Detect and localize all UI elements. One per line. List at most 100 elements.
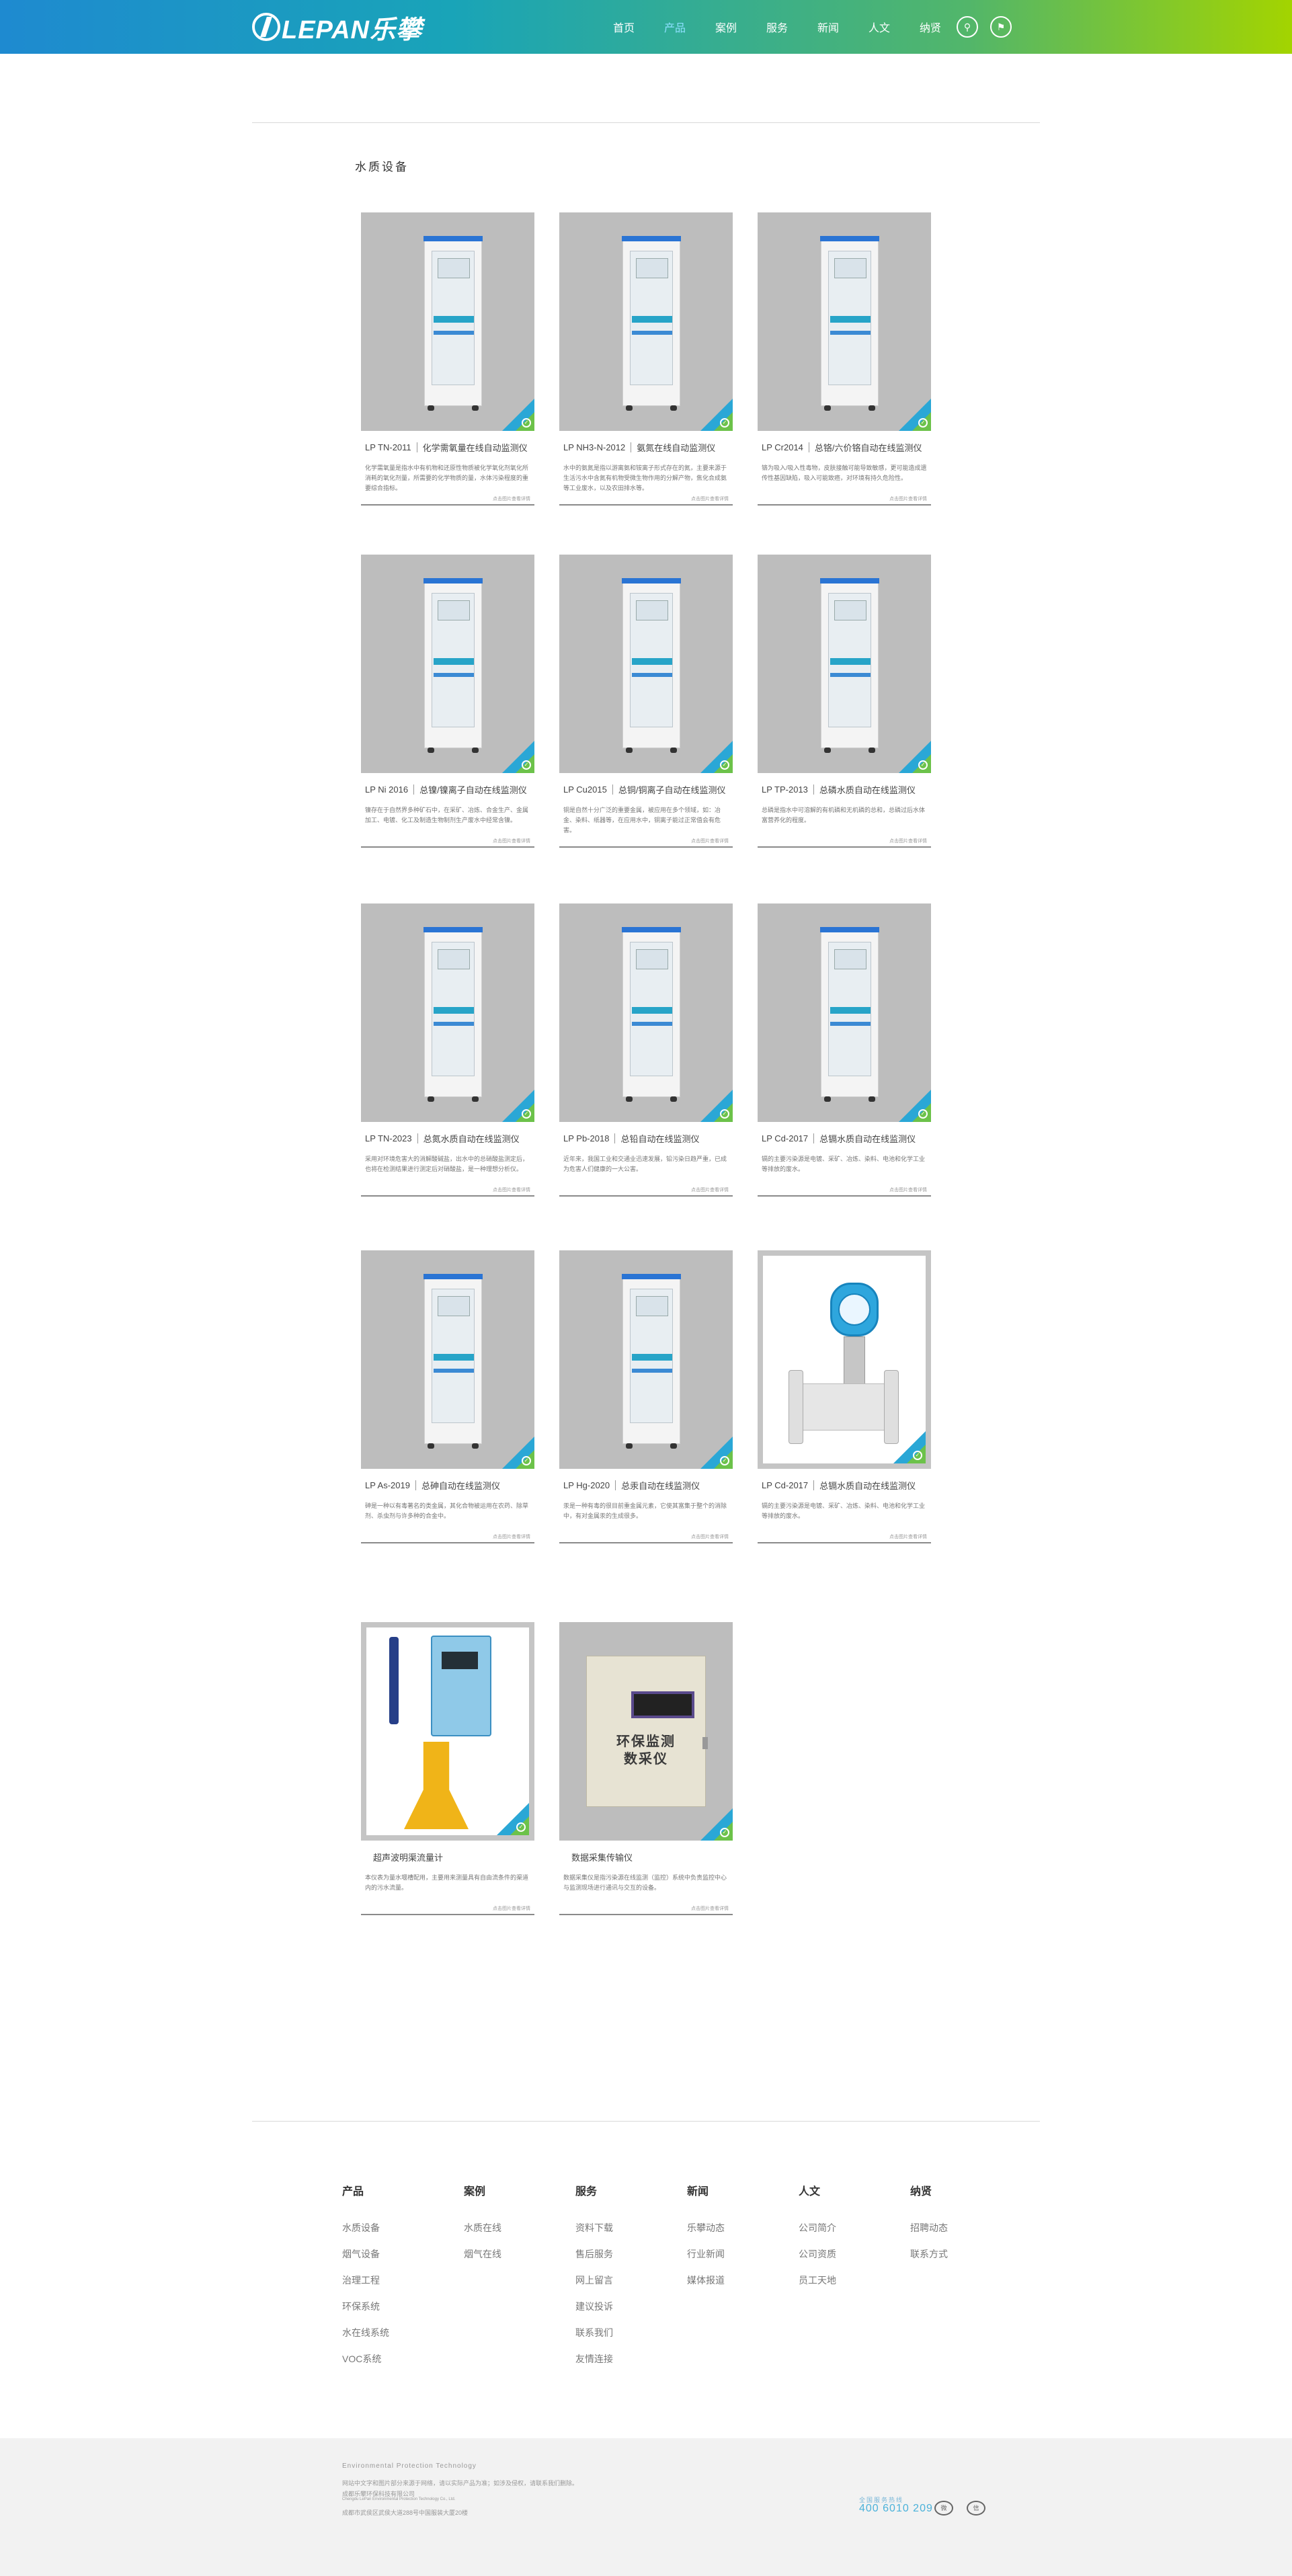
product-description: 近年来，我国工业和交通业迅速发展，铅污染日趋严重，已成为危害人们健康的一大公害。: [563, 1156, 727, 1172]
product-image[interactable]: ✓: [758, 555, 931, 773]
footer-link[interactable]: 烟气在线: [464, 2247, 501, 2261]
product-card[interactable]: ✓ LP Hg-2020 总汞自动在线监测仪 汞是一种有毒的很目前重金属元素，它使其富…: [559, 1250, 733, 1543]
footer-link[interactable]: 网上留言: [575, 2273, 613, 2287]
check-icon: ✓: [918, 418, 928, 428]
product-title[interactable]: LP Hg-2020 总汞自动在线监测仪: [559, 1478, 733, 1492]
cabinet-image: [423, 578, 483, 753]
product-title[interactable]: LP Cu2015 总铜/铜离子自动在线监测仪: [559, 782, 733, 796]
product-image[interactable]: ✓: [361, 212, 534, 431]
footer-link[interactable]: 建议投诉: [575, 2300, 613, 2313]
nav-home[interactable]: 首页: [598, 19, 649, 35]
product-image[interactable]: ✓: [758, 212, 931, 431]
product-image[interactable]: ✓: [361, 555, 534, 773]
flag-icon[interactable]: ⚑: [990, 16, 1012, 38]
product-card[interactable]: ✓ LP TN-2023 总氮水质自动在线监测仪 采用对环境危害大的消解酸碱盐，出水中…: [361, 903, 534, 1197]
product-card[interactable]: 环保监测 数采仪 ✓ 数据采集传输仪 数据采集仪是指污染源在线监测（监控）系统中负责监…: [559, 1622, 733, 1915]
detail-link[interactable]: 点击图片查看详情: [758, 495, 931, 502]
product-card[interactable]: ✓ 超声波明渠流量计 本仪表为量水堰槽配用，主要用来测量具有自由流条件的渠道内的污水…: [361, 1622, 534, 1915]
detail-link[interactable]: 点击图片查看详情: [361, 838, 534, 844]
footer-link[interactable]: 联系我们: [575, 2326, 613, 2339]
footer-link[interactable]: 公司资质: [799, 2247, 836, 2261]
footer-link[interactable]: 行业新闻: [687, 2247, 725, 2261]
detail-link[interactable]: 点击图片查看详情: [559, 1186, 733, 1193]
detail-link[interactable]: 点击图片查看详情: [361, 1905, 534, 1912]
product-image[interactable]: ✓: [361, 1622, 534, 1841]
logo[interactable]: LEPAN乐攀: [252, 11, 422, 44]
footer-link[interactable]: 招聘动态: [910, 2221, 948, 2235]
footer-link[interactable]: 公司简介: [799, 2221, 836, 2235]
product-image[interactable]: ✓: [559, 903, 733, 1122]
product-card[interactable]: ✓ LP TN-2011 化学需氧量在线自动监测仪 化学需氧量是指水中有机物和还原性物…: [361, 212, 534, 506]
footer-link[interactable]: 媒体报道: [687, 2273, 725, 2287]
footer-link[interactable]: 水质设备: [342, 2221, 380, 2235]
footer-link[interactable]: 烟气设备: [342, 2247, 380, 2261]
detail-link[interactable]: 点击图片查看详情: [758, 1186, 931, 1193]
footer-link[interactable]: 环保系统: [342, 2300, 380, 2313]
product-card[interactable]: ✓ LP Cd-2017 总镉水质自动在线监测仪 镉的主要污染源是电镀、采矿、冶炼、染…: [758, 1250, 931, 1543]
product-card[interactable]: ✓ LP Cr2014 总铬/六价铬自动在线监测仪 铬为吸入/吸入性毒物，皮肤接触可能…: [758, 212, 931, 506]
product-image[interactable]: ✓: [559, 212, 733, 431]
product-title[interactable]: LP Cr2014 总铬/六价铬自动在线监测仪: [758, 440, 931, 454]
product-image[interactable]: 环保监测 数采仪 ✓: [559, 1622, 733, 1841]
detail-link[interactable]: 点击图片查看详情: [361, 495, 534, 502]
detail-link[interactable]: 点击图片查看详情: [758, 1533, 931, 1540]
detail-link[interactable]: 点击图片查看详情: [559, 1905, 733, 1912]
nav-service[interactable]: 服务: [752, 19, 803, 35]
nav-cases[interactable]: 案例: [700, 19, 752, 35]
product-image[interactable]: ✓: [361, 1250, 534, 1469]
product-name: 总氮水质自动在线监测仪: [423, 1133, 520, 1144]
product-card[interactable]: ✓ LP As-2019 总砷自动在线监测仪 砷是一种以有毒著名的类金属，其化合物被运…: [361, 1250, 534, 1543]
product-name: 总镉水质自动在线监测仪: [819, 1133, 916, 1144]
detail-link[interactable]: 点击图片查看详情: [361, 1533, 534, 1540]
footer-link[interactable]: 水在线系统: [342, 2326, 389, 2339]
product-title[interactable]: 数据采集传输仪: [559, 1850, 733, 1863]
product-title[interactable]: LP Cd-2017 总镉水质自动在线监测仪: [758, 1478, 931, 1492]
product-card[interactable]: ✓ LP Cu2015 总铜/铜离子自动在线监测仪 铜是自然十分广泛的重要金属，被应用…: [559, 555, 733, 848]
product-title[interactable]: LP As-2019 总砷自动在线监测仪: [361, 1478, 534, 1492]
product-image[interactable]: ✓: [758, 1250, 931, 1469]
product-image[interactable]: ✓: [758, 903, 931, 1122]
footer-link[interactable]: 友情连接: [575, 2352, 613, 2366]
nav-careers[interactable]: 纳贤: [905, 19, 956, 35]
footer-col-title: 服务: [575, 2186, 598, 2198]
product-title[interactable]: LP Ni 2016 总镍/镍离子自动在线监测仪: [361, 782, 534, 796]
product-card[interactable]: ✓ LP Pb-2018 总铅自动在线监测仪 近年来，我国工业和交通业迅速发展，铅污染…: [559, 903, 733, 1197]
detail-link[interactable]: 点击图片查看详情: [361, 1186, 534, 1193]
check-icon: ✓: [522, 418, 531, 428]
footer-link[interactable]: 乐攀动态: [687, 2221, 725, 2235]
footer-link[interactable]: 联系方式: [910, 2247, 948, 2261]
nav-culture[interactable]: 人文: [854, 19, 905, 35]
footer-link[interactable]: 员工天地: [799, 2273, 836, 2287]
weibo-icon[interactable]: 微: [934, 2501, 953, 2515]
detail-link[interactable]: 点击图片查看详情: [758, 838, 931, 844]
card-underline: [559, 846, 733, 848]
product-title[interactable]: LP TN-2011 化学需氧量在线自动监测仪: [361, 440, 534, 454]
product-card[interactable]: ✓ LP TP-2013 总磷水质自动在线监测仪 总磷是指水中可溶解的有机磷和无机磷的…: [758, 555, 931, 848]
product-image[interactable]: ✓: [361, 903, 534, 1122]
detail-link[interactable]: 点击图片查看详情: [559, 495, 733, 502]
product-title[interactable]: 超声波明渠流量计: [361, 1850, 534, 1863]
product-title[interactable]: LP Pb-2018 总铅自动在线监测仪: [559, 1131, 733, 1145]
product-card[interactable]: ✓ LP NH3-N-2012 氨氮在线自动监测仪 水中的氨氮是指以游离氨和铵离子形式…: [559, 212, 733, 506]
nav-products[interactable]: 产品: [649, 19, 700, 35]
product-title[interactable]: LP TN-2023 总氮水质自动在线监测仪: [361, 1131, 534, 1145]
footer-link[interactable]: 治理工程: [342, 2273, 380, 2287]
product-title[interactable]: LP NH3-N-2012 氨氮在线自动监测仪: [559, 440, 733, 454]
check-icon: ✓: [720, 1456, 729, 1465]
detail-link[interactable]: 点击图片查看详情: [559, 838, 733, 844]
wechat-icon[interactable]: 信: [967, 2501, 985, 2515]
product-title[interactable]: LP TP-2013 总磷水质自动在线监测仪: [758, 782, 931, 796]
product-image[interactable]: ✓: [559, 555, 733, 773]
footer-link[interactable]: 资料下载: [575, 2221, 613, 2235]
product-card[interactable]: ✓ LP Ni 2016 总镍/镍离子自动在线监测仪 镍存在于自然界多种矿石中，在采矿…: [361, 555, 534, 848]
footer-link[interactable]: VOC系统: [342, 2352, 381, 2366]
product-card[interactable]: ✓ LP Cd-2017 总镉水质自动在线监测仪 镉的主要污染源是电镀、采矿、冶炼、染…: [758, 903, 931, 1197]
product-title[interactable]: LP Cd-2017 总镉水质自动在线监测仪: [758, 1131, 931, 1145]
nav-news[interactable]: 新闻: [803, 19, 854, 35]
detail-link[interactable]: 点击图片查看详情: [559, 1533, 733, 1540]
footer-col-title: 案例: [464, 2186, 486, 2198]
product-image[interactable]: ✓: [559, 1250, 733, 1469]
footer-link[interactable]: 售后服务: [575, 2247, 613, 2261]
footer-link[interactable]: 水质在线: [464, 2221, 501, 2235]
search-icon[interactable]: ⚲: [957, 16, 978, 38]
